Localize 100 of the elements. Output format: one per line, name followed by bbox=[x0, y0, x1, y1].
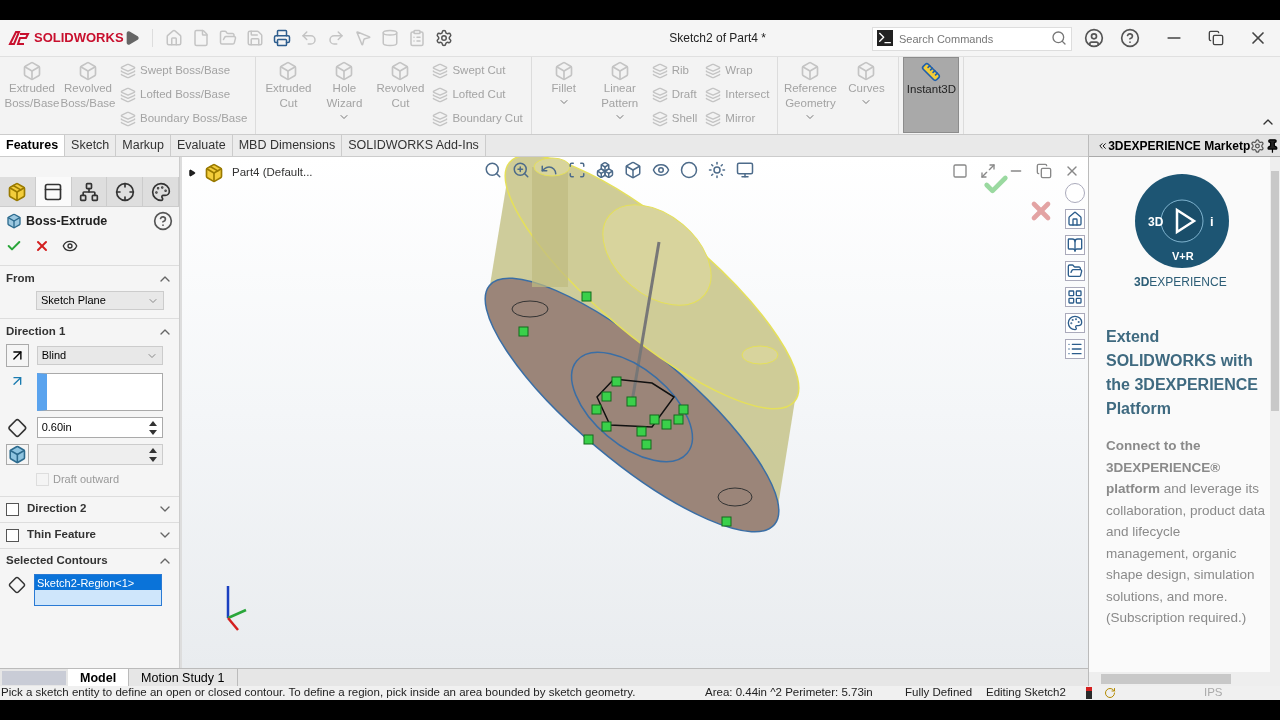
contour-icon bbox=[8, 575, 26, 594]
section-title: Direction 1 bbox=[6, 323, 66, 339]
status-measure: Area: 0.44in ^2 Perimeter: 5.73in bbox=[705, 685, 874, 701]
tab[interactable]: Features bbox=[0, 135, 66, 156]
promo-text: Connect to the 3DEXPERIENCE® platform and leverage its collaboration, product data and lifecycle management, organic shape design, simulation solutions, and more. (Subscription required.) bbox=[1106, 437, 1266, 627]
settings-icon[interactable] bbox=[1250, 137, 1266, 154]
feature-icon bbox=[800, 61, 821, 81]
display-icon[interactable] bbox=[736, 161, 754, 179]
dropdown-field[interactable]: Blind bbox=[36, 346, 163, 365]
section-title: Thin Feature bbox=[27, 527, 96, 543]
section-title: Selected Contours bbox=[6, 553, 108, 569]
direction-field[interactable] bbox=[36, 373, 163, 411]
search-field[interactable]: Search Commands bbox=[872, 27, 1072, 51]
section-title: From bbox=[6, 270, 35, 286]
status-sketch-state: Fully Defined bbox=[905, 685, 974, 701]
ruler-icon bbox=[921, 62, 942, 82]
home-icon[interactable] bbox=[1064, 209, 1085, 229]
window-title: Sketch2 of Part4 * bbox=[669, 30, 766, 47]
tab[interactable]: Model bbox=[68, 669, 130, 686]
feature-icon bbox=[120, 111, 136, 127]
appearance-icon[interactable] bbox=[680, 161, 698, 179]
depth-icon bbox=[6, 417, 29, 438]
feature-icon bbox=[432, 63, 449, 79]
folder-icon[interactable] bbox=[1064, 261, 1085, 281]
reverse-direction-icon[interactable] bbox=[6, 344, 29, 367]
rebuild-light-icon[interactable] bbox=[1086, 687, 1092, 699]
help-icon[interactable] bbox=[153, 211, 173, 231]
feature-icon bbox=[651, 111, 668, 127]
tree-item[interactable]: Part4 (Default... bbox=[232, 164, 313, 182]
platform-logo: 3D V+R i bbox=[1134, 173, 1230, 269]
feature-icon bbox=[609, 61, 630, 81]
panel-tab[interactable] bbox=[107, 177, 144, 206]
depth-field[interactable]: 0.60in bbox=[36, 417, 163, 438]
checkbox[interactable] bbox=[6, 528, 19, 542]
zoom-fit-icon[interactable] bbox=[484, 161, 502, 179]
feature-icon bbox=[22, 61, 42, 81]
panel-tab[interactable] bbox=[143, 177, 179, 206]
units-label[interactable]: IPS bbox=[1204, 684, 1223, 702]
status-message: Pick a sketch entity to define an open or closed contour. To define a region, pick inside an area bounded by sketch geometry. bbox=[0, 685, 637, 701]
preview-icon[interactable] bbox=[62, 238, 78, 254]
status-mode: Editing Sketch2 bbox=[986, 685, 1067, 701]
clipboard-icon[interactable] bbox=[408, 29, 426, 47]
expand-menu-icon[interactable] bbox=[124, 30, 140, 46]
search-icon[interactable] bbox=[1051, 30, 1067, 46]
expand-icon[interactable] bbox=[188, 169, 196, 177]
feature-icon bbox=[705, 111, 722, 127]
extrude-icon bbox=[6, 213, 22, 229]
ribbon-command[interactable]: Instant3D bbox=[903, 57, 960, 133]
feature-icon bbox=[120, 63, 136, 79]
maximize-icon[interactable] bbox=[980, 163, 996, 179]
view-orientation-icon[interactable] bbox=[596, 161, 614, 179]
draft-icon[interactable] bbox=[6, 444, 29, 465]
printer-icon[interactable] bbox=[273, 29, 291, 47]
appearance-icon bbox=[150, 181, 171, 202]
part-icon bbox=[204, 163, 224, 183]
list-item[interactable]: Sketch2-Region<1> bbox=[35, 574, 161, 590]
rebuild-icon[interactable] bbox=[1104, 687, 1116, 699]
scene-icon[interactable] bbox=[708, 161, 726, 179]
grid-icon[interactable] bbox=[1064, 287, 1085, 307]
section-view-icon[interactable] bbox=[568, 161, 586, 179]
promo-heading: Extend SOLIDWORKS with the 3DEXPERIENCE Platform bbox=[1106, 327, 1260, 419]
logo-mark-icon bbox=[8, 30, 30, 46]
property-sheet-icon bbox=[43, 181, 64, 202]
tile-icon[interactable] bbox=[952, 163, 968, 179]
dropdown-field[interactable]: Sketch Plane bbox=[36, 291, 164, 310]
feature-icon bbox=[705, 63, 722, 79]
settings-icon[interactable] bbox=[435, 29, 453, 47]
spinner-arrows-icon[interactable] bbox=[148, 446, 158, 463]
cancel-icon[interactable] bbox=[34, 238, 50, 254]
checkbox-label: Draft outward bbox=[53, 472, 120, 487]
horizontal-scrollbar[interactable] bbox=[1089, 672, 1280, 686]
feature-icon bbox=[120, 87, 136, 103]
section-title: Direction 2 bbox=[27, 501, 87, 517]
draft-angle-field[interactable] bbox=[36, 444, 163, 465]
panel-tab[interactable] bbox=[35, 177, 72, 206]
help-icon[interactable] bbox=[1120, 28, 1140, 48]
user-icon[interactable] bbox=[1084, 28, 1104, 48]
feature-title: Boss-Extrude bbox=[26, 212, 108, 230]
feature-icon bbox=[705, 87, 722, 103]
feature-icon bbox=[334, 61, 355, 81]
display-style-icon[interactable] bbox=[624, 161, 642, 179]
hide-show-icon[interactable] bbox=[652, 161, 670, 179]
scrollbar[interactable] bbox=[1270, 157, 1280, 672]
feature-icon bbox=[432, 111, 449, 127]
platform-wordmark: 3DEXPERIENCE bbox=[1134, 274, 1228, 291]
feature-icon bbox=[390, 61, 411, 81]
contours-list[interactable]: Sketch2-Region<1> bbox=[34, 573, 162, 606]
feature-icon bbox=[432, 87, 449, 103]
panel-tab[interactable] bbox=[71, 177, 108, 206]
feature-icon bbox=[278, 61, 299, 81]
library-icon[interactable] bbox=[1064, 235, 1085, 255]
zoom-area-icon[interactable] bbox=[512, 161, 530, 179]
pin-icon[interactable] bbox=[1265, 137, 1280, 154]
checkbox[interactable] bbox=[6, 502, 19, 516]
list-icon[interactable] bbox=[1064, 339, 1085, 359]
feature-icon bbox=[553, 61, 574, 81]
restore-icon[interactable] bbox=[1208, 30, 1224, 46]
spinner-arrows-icon[interactable] bbox=[148, 419, 158, 436]
palette-icon[interactable] bbox=[1064, 313, 1085, 333]
feature-icon bbox=[856, 61, 877, 81]
